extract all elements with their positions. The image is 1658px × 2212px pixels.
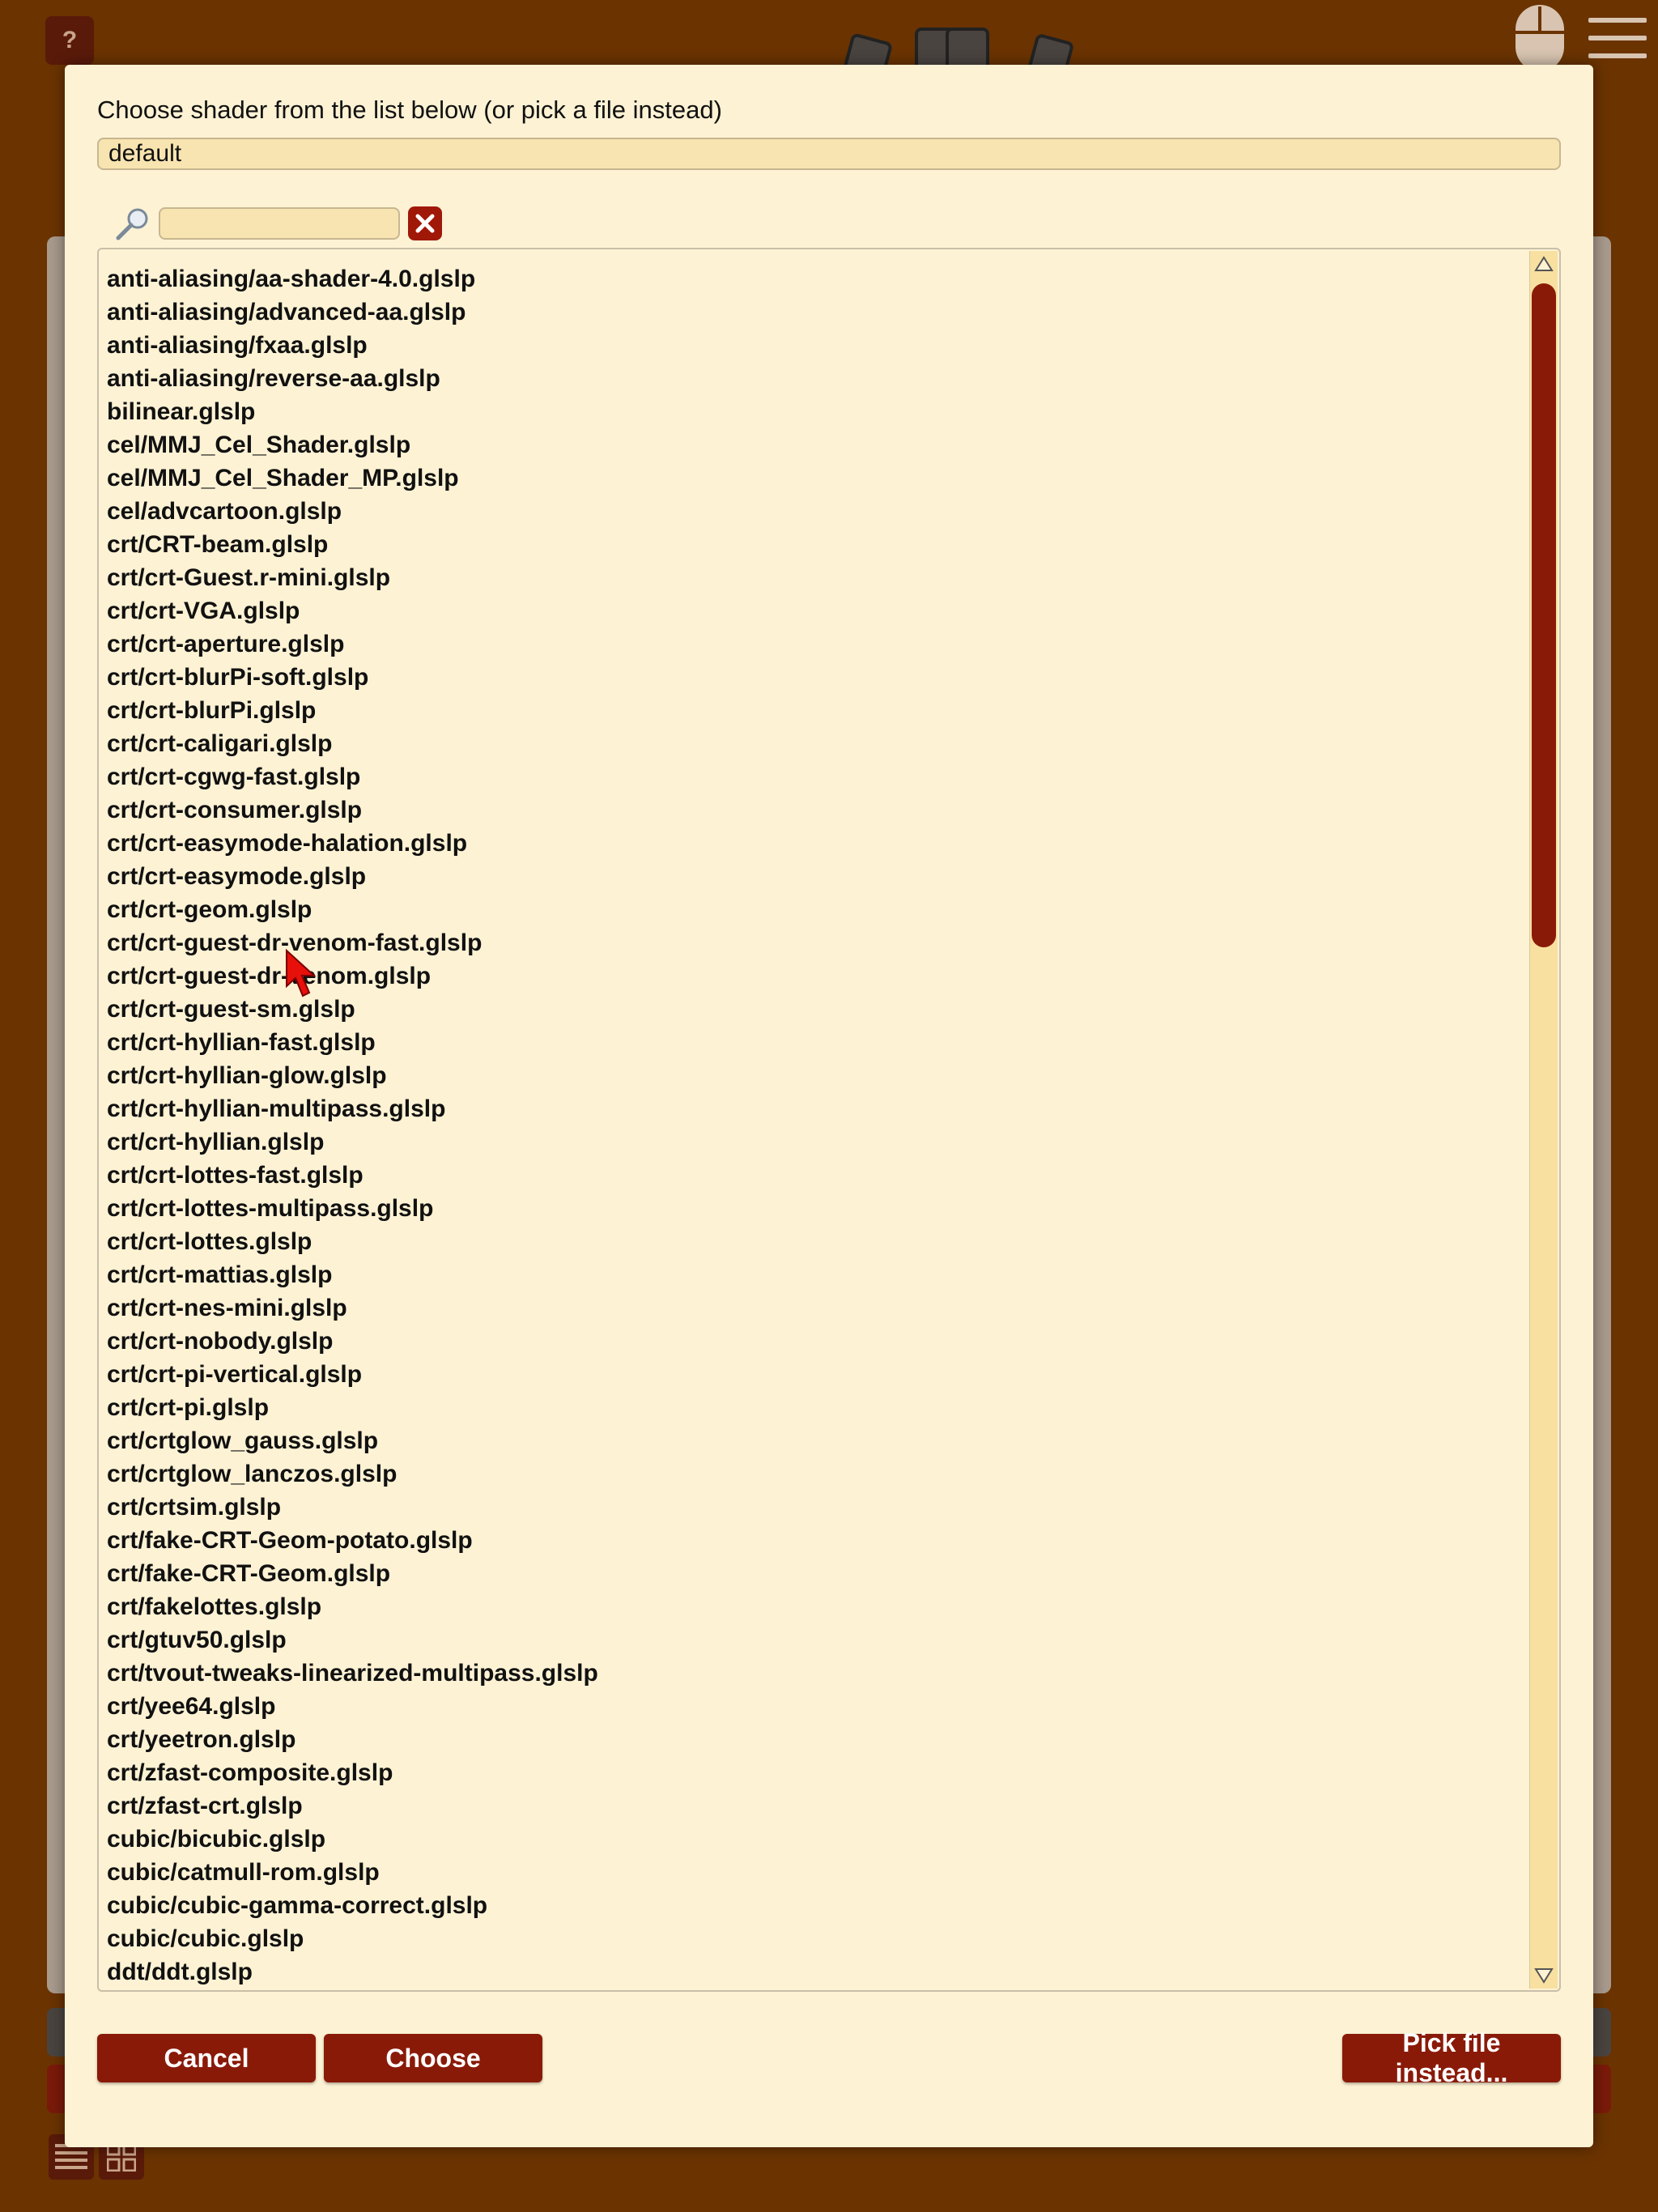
shader-list[interactable]: anti-aliasing/aa-shader-4.0.glslp anti-al… — [97, 248, 1561, 1992]
hamburger-menu-icon[interactable] — [1588, 18, 1647, 60]
shader-list-item[interactable]: crt/crt-hyllian-glow.glslp — [107, 1059, 1527, 1092]
shader-list-item[interactable]: crt/crt-cgwg-fast.glslp — [107, 760, 1527, 793]
shader-list-item[interactable]: crt/crt-hyllian-multipass.glslp — [107, 1092, 1527, 1125]
search-row — [115, 204, 442, 243]
shader-list-item[interactable]: crt/crt-geom.glslp — [107, 893, 1527, 926]
shader-list-item[interactable]: cel/advcartoon.glslp — [107, 495, 1527, 528]
shader-list-item[interactable]: crt/crt-consumer.glslp — [107, 793, 1527, 827]
search-input[interactable] — [159, 207, 400, 240]
shader-list-item[interactable]: crt/fake-CRT-Geom.glslp — [107, 1557, 1527, 1590]
shader-list-item[interactable]: crt/crtsim.glslp — [107, 1491, 1527, 1524]
shader-list-item[interactable]: crt/crtglow_lanczos.glslp — [107, 1457, 1527, 1491]
shader-list-item[interactable]: crt/crt-nes-mini.glslp — [107, 1291, 1527, 1325]
shader-list-item[interactable]: cubic/catmull-rom.glslp — [107, 1856, 1527, 1889]
shader-list-item[interactable]: crt/gtuv50.glslp — [107, 1623, 1527, 1657]
shader-list-item[interactable]: crt/tvout-tweaks-linearized-multipass.gl… — [107, 1657, 1527, 1690]
shader-list-item[interactable]: crt/crt-Guest.r-mini.glslp — [107, 561, 1527, 594]
shader-list-item[interactable]: anti-aliasing/fxaa.glslp — [107, 329, 1527, 362]
shader-list-item[interactable]: crt/crt-hyllian.glslp — [107, 1125, 1527, 1159]
shader-list-item[interactable]: crt/crt-pi.glslp — [107, 1391, 1527, 1424]
shader-list-item[interactable]: crt/crt-caligari.glslp — [107, 727, 1527, 760]
shader-list-item[interactable]: crt/crt-VGA.glslp — [107, 594, 1527, 627]
shader-list-item[interactable]: cubic/cubic-gamma-correct.glslp — [107, 1889, 1527, 1922]
shader-list-item[interactable]: crt/fakelottes.glslp — [107, 1590, 1527, 1623]
scroll-thumb[interactable] — [1532, 283, 1556, 947]
cancel-button[interactable]: Cancel — [97, 2034, 316, 2082]
scrollbar[interactable] — [1529, 251, 1558, 1989]
shader-list-item[interactable]: bilinear.glslp — [107, 395, 1527, 428]
shader-list-item[interactable]: crt/crt-lottes-multipass.glslp — [107, 1192, 1527, 1225]
scroll-down-arrow-icon[interactable] — [1534, 1966, 1554, 1985]
shader-list-item[interactable]: crt/crt-easymode.glslp — [107, 860, 1527, 893]
shader-list-item[interactable]: crt/crt-aperture.glslp — [107, 627, 1527, 661]
shader-list-item[interactable]: crt/crt-mattias.glslp — [107, 1258, 1527, 1291]
pick-file-button[interactable]: Pick file instead... — [1342, 2028, 1561, 2087]
shader-list-item[interactable]: crt/crt-easymode-halation.glslp — [107, 827, 1527, 860]
scroll-up-arrow-icon[interactable] — [1534, 254, 1554, 274]
shader-list-item[interactable]: crt/yeetron.glslp — [107, 1723, 1527, 1756]
shader-list-item[interactable]: crt/yee64.glslp — [107, 1690, 1527, 1723]
shader-list-item[interactable]: anti-aliasing/aa-shader-4.0.glslp — [107, 262, 1527, 296]
shader-list-item[interactable]: crt/crt-blurPi-soft.glslp — [107, 661, 1527, 694]
shader-list-item[interactable]: crt/zfast-crt.glslp — [107, 1789, 1527, 1823]
shader-list-item[interactable]: anti-aliasing/advanced-aa.glslp — [107, 296, 1527, 329]
shader-list-item[interactable]: anti-aliasing/reverse-aa.glslp — [107, 362, 1527, 395]
shader-list-item[interactable]: crt/crt-nobody.glslp — [107, 1325, 1527, 1358]
shader-list-item[interactable]: crt/crt-pi-vertical.glslp — [107, 1358, 1527, 1391]
shader-list-item[interactable]: crt/CRT-beam.glslp — [107, 528, 1527, 561]
shader-list-item[interactable]: cel/MMJ_Cel_Shader_MP.glslp — [107, 462, 1527, 495]
help-button[interactable]: ? — [45, 16, 94, 65]
shader-list-item[interactable]: cubic/cubic.glslp — [107, 1922, 1527, 1955]
close-icon — [415, 214, 435, 233]
shader-list-item[interactable]: crt/crtglow_gauss.glslp — [107, 1424, 1527, 1457]
search-icon — [116, 208, 148, 240]
clear-search-button[interactable] — [408, 206, 442, 240]
shader-list-item[interactable]: crt/crt-lottes-fast.glslp — [107, 1159, 1527, 1192]
shader-list-item[interactable]: cel/MMJ_Cel_Shader.glslp — [107, 428, 1527, 462]
choose-shader-dialog: Choose shader from the list below (or pi… — [65, 65, 1593, 2147]
selected-shader-field[interactable] — [97, 138, 1561, 170]
shader-list-item[interactable]: crt/fake-CRT-Geom-potato.glslp — [107, 1524, 1527, 1557]
shader-list-item[interactable]: crt/crt-lottes.glslp — [107, 1225, 1527, 1258]
mouse-pointer-icon — [286, 949, 317, 998]
shader-list-items: anti-aliasing/aa-shader-4.0.glslp anti-al… — [107, 262, 1527, 1989]
choose-button[interactable]: Choose — [324, 2034, 542, 2082]
shader-list-item[interactable]: cubic/bicubic.glslp — [107, 1823, 1527, 1856]
shader-list-item[interactable]: crt/crt-blurPi.glslp — [107, 694, 1527, 727]
mouse-icon[interactable] — [1514, 3, 1566, 73]
dialog-title: Choose shader from the list below (or pi… — [97, 96, 722, 124]
shader-list-item[interactable]: crt/zfast-composite.glslp — [107, 1756, 1527, 1789]
shader-list-item[interactable]: ddt/ddt.glslp — [107, 1955, 1527, 1989]
shader-list-item[interactable]: crt/crt-hyllian-fast.glslp — [107, 1026, 1527, 1059]
